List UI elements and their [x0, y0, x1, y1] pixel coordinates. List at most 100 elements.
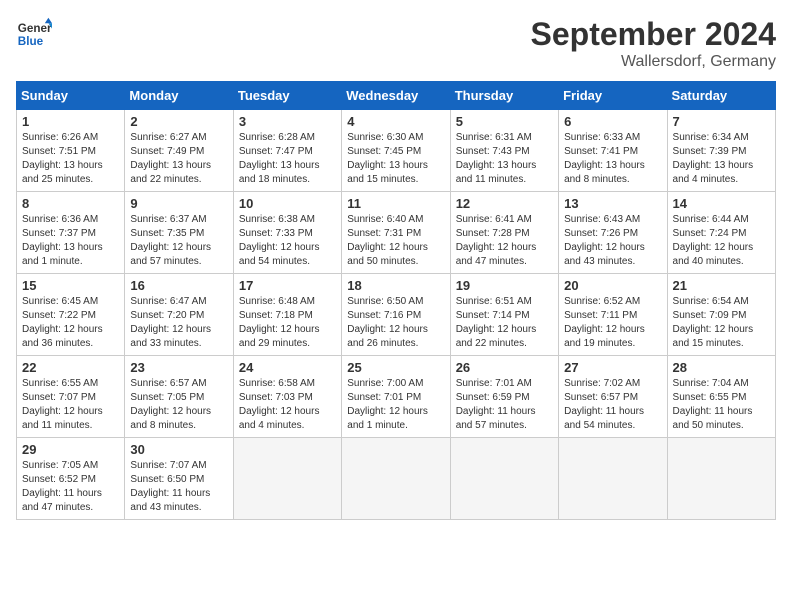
day-info: Sunrise: 6:58 AM Sunset: 7:03 PM Dayligh…	[239, 377, 336, 433]
day-info: Sunrise: 6:27 AM Sunset: 7:49 PM Dayligh…	[130, 131, 227, 187]
calendar-day-29: 29 Sunrise: 7:05 AM Sunset: 6:52 PM Dayl…	[17, 438, 125, 520]
day-info: Sunrise: 6:43 AM Sunset: 7:26 PM Dayligh…	[564, 213, 661, 269]
day-number: 15	[22, 278, 119, 293]
calendar-empty-cell	[559, 438, 667, 520]
location-title: Wallersdorf, Germany	[531, 53, 776, 71]
calendar-day-30: 30 Sunrise: 7:07 AM Sunset: 6:50 PM Dayl…	[125, 438, 233, 520]
calendar-week-row: 29 Sunrise: 7:05 AM Sunset: 6:52 PM Dayl…	[17, 438, 776, 520]
calendar-day-9: 9 Sunrise: 6:37 AM Sunset: 7:35 PM Dayli…	[125, 192, 233, 274]
day-number: 26	[456, 360, 553, 375]
calendar-day-26: 26 Sunrise: 7:01 AM Sunset: 6:59 PM Dayl…	[450, 356, 558, 438]
day-info: Sunrise: 6:28 AM Sunset: 7:47 PM Dayligh…	[239, 131, 336, 187]
calendar-empty-cell	[342, 438, 450, 520]
calendar-day-13: 13 Sunrise: 6:43 AM Sunset: 7:26 PM Dayl…	[559, 192, 667, 274]
calendar-day-18: 18 Sunrise: 6:50 AM Sunset: 7:16 PM Dayl…	[342, 274, 450, 356]
day-number: 16	[130, 278, 227, 293]
day-info: Sunrise: 6:37 AM Sunset: 7:35 PM Dayligh…	[130, 213, 227, 269]
col-sunday: Sunday	[17, 82, 125, 110]
month-title: September 2024	[531, 16, 776, 53]
day-number: 24	[239, 360, 336, 375]
day-number: 2	[130, 114, 227, 129]
day-info: Sunrise: 6:51 AM Sunset: 7:14 PM Dayligh…	[456, 295, 553, 351]
day-number: 14	[673, 196, 770, 211]
day-info: Sunrise: 6:47 AM Sunset: 7:20 PM Dayligh…	[130, 295, 227, 351]
day-number: 9	[130, 196, 227, 211]
calendar-day-27: 27 Sunrise: 7:02 AM Sunset: 6:57 PM Dayl…	[559, 356, 667, 438]
calendar-week-row: 15 Sunrise: 6:45 AM Sunset: 7:22 PM Dayl…	[17, 274, 776, 356]
day-info: Sunrise: 6:50 AM Sunset: 7:16 PM Dayligh…	[347, 295, 444, 351]
day-info: Sunrise: 6:33 AM Sunset: 7:41 PM Dayligh…	[564, 131, 661, 187]
calendar-week-row: 1 Sunrise: 6:26 AM Sunset: 7:51 PM Dayli…	[17, 110, 776, 192]
calendar-day-4: 4 Sunrise: 6:30 AM Sunset: 7:45 PM Dayli…	[342, 110, 450, 192]
day-number: 8	[22, 196, 119, 211]
calendar-day-3: 3 Sunrise: 6:28 AM Sunset: 7:47 PM Dayli…	[233, 110, 341, 192]
calendar-day-12: 12 Sunrise: 6:41 AM Sunset: 7:28 PM Dayl…	[450, 192, 558, 274]
calendar-empty-cell	[667, 438, 775, 520]
calendar-day-14: 14 Sunrise: 6:44 AM Sunset: 7:24 PM Dayl…	[667, 192, 775, 274]
day-info: Sunrise: 6:52 AM Sunset: 7:11 PM Dayligh…	[564, 295, 661, 351]
day-number: 1	[22, 114, 119, 129]
day-info: Sunrise: 6:38 AM Sunset: 7:33 PM Dayligh…	[239, 213, 336, 269]
col-monday: Monday	[125, 82, 233, 110]
day-info: Sunrise: 6:26 AM Sunset: 7:51 PM Dayligh…	[22, 131, 119, 187]
calendar-day-19: 19 Sunrise: 6:51 AM Sunset: 7:14 PM Dayl…	[450, 274, 558, 356]
calendar-table: Sunday Monday Tuesday Wednesday Thursday…	[16, 81, 776, 520]
calendar-day-17: 17 Sunrise: 6:48 AM Sunset: 7:18 PM Dayl…	[233, 274, 341, 356]
calendar-day-16: 16 Sunrise: 6:47 AM Sunset: 7:20 PM Dayl…	[125, 274, 233, 356]
svg-text:Blue: Blue	[18, 35, 44, 48]
day-info: Sunrise: 6:44 AM Sunset: 7:24 PM Dayligh…	[673, 213, 770, 269]
calendar-day-1: 1 Sunrise: 6:26 AM Sunset: 7:51 PM Dayli…	[17, 110, 125, 192]
day-number: 11	[347, 196, 444, 211]
title-area: September 2024 Wallersdorf, Germany	[531, 16, 776, 71]
day-number: 4	[347, 114, 444, 129]
day-number: 25	[347, 360, 444, 375]
day-number: 29	[22, 442, 119, 457]
day-info: Sunrise: 6:36 AM Sunset: 7:37 PM Dayligh…	[22, 213, 119, 269]
col-saturday: Saturday	[667, 82, 775, 110]
col-tuesday: Tuesday	[233, 82, 341, 110]
calendar-empty-cell	[233, 438, 341, 520]
day-number: 23	[130, 360, 227, 375]
day-info: Sunrise: 6:40 AM Sunset: 7:31 PM Dayligh…	[347, 213, 444, 269]
day-number: 12	[456, 196, 553, 211]
day-info: Sunrise: 6:57 AM Sunset: 7:05 PM Dayligh…	[130, 377, 227, 433]
calendar-day-6: 6 Sunrise: 6:33 AM Sunset: 7:41 PM Dayli…	[559, 110, 667, 192]
calendar-day-2: 2 Sunrise: 6:27 AM Sunset: 7:49 PM Dayli…	[125, 110, 233, 192]
calendar-day-8: 8 Sunrise: 6:36 AM Sunset: 7:37 PM Dayli…	[17, 192, 125, 274]
day-number: 5	[456, 114, 553, 129]
day-info: Sunrise: 7:00 AM Sunset: 7:01 PM Dayligh…	[347, 377, 444, 433]
col-wednesday: Wednesday	[342, 82, 450, 110]
day-number: 28	[673, 360, 770, 375]
day-number: 20	[564, 278, 661, 293]
day-number: 6	[564, 114, 661, 129]
day-info: Sunrise: 7:02 AM Sunset: 6:57 PM Dayligh…	[564, 377, 661, 433]
col-thursday: Thursday	[450, 82, 558, 110]
day-number: 22	[22, 360, 119, 375]
day-number: 18	[347, 278, 444, 293]
day-info: Sunrise: 6:34 AM Sunset: 7:39 PM Dayligh…	[673, 131, 770, 187]
day-info: Sunrise: 6:45 AM Sunset: 7:22 PM Dayligh…	[22, 295, 119, 351]
day-info: Sunrise: 7:04 AM Sunset: 6:55 PM Dayligh…	[673, 377, 770, 433]
day-number: 21	[673, 278, 770, 293]
day-info: Sunrise: 7:07 AM Sunset: 6:50 PM Dayligh…	[130, 459, 227, 515]
calendar-day-22: 22 Sunrise: 6:55 AM Sunset: 7:07 PM Dayl…	[17, 356, 125, 438]
calendar-week-row: 8 Sunrise: 6:36 AM Sunset: 7:37 PM Dayli…	[17, 192, 776, 274]
calendar-day-15: 15 Sunrise: 6:45 AM Sunset: 7:22 PM Dayl…	[17, 274, 125, 356]
day-info: Sunrise: 6:41 AM Sunset: 7:28 PM Dayligh…	[456, 213, 553, 269]
day-number: 10	[239, 196, 336, 211]
calendar-day-7: 7 Sunrise: 6:34 AM Sunset: 7:39 PM Dayli…	[667, 110, 775, 192]
day-info: Sunrise: 6:55 AM Sunset: 7:07 PM Dayligh…	[22, 377, 119, 433]
logo-icon: General Blue	[16, 16, 52, 52]
calendar-day-28: 28 Sunrise: 7:04 AM Sunset: 6:55 PM Dayl…	[667, 356, 775, 438]
calendar-week-row: 22 Sunrise: 6:55 AM Sunset: 7:07 PM Dayl…	[17, 356, 776, 438]
calendar-day-25: 25 Sunrise: 7:00 AM Sunset: 7:01 PM Dayl…	[342, 356, 450, 438]
calendar-day-5: 5 Sunrise: 6:31 AM Sunset: 7:43 PM Dayli…	[450, 110, 558, 192]
page-header: General Blue September 2024 Wallersdorf,…	[16, 16, 776, 71]
day-info: Sunrise: 6:54 AM Sunset: 7:09 PM Dayligh…	[673, 295, 770, 351]
calendar-header-row: Sunday Monday Tuesday Wednesday Thursday…	[17, 82, 776, 110]
day-info: Sunrise: 6:48 AM Sunset: 7:18 PM Dayligh…	[239, 295, 336, 351]
calendar-day-10: 10 Sunrise: 6:38 AM Sunset: 7:33 PM Dayl…	[233, 192, 341, 274]
day-number: 19	[456, 278, 553, 293]
day-info: Sunrise: 6:31 AM Sunset: 7:43 PM Dayligh…	[456, 131, 553, 187]
day-number: 13	[564, 196, 661, 211]
